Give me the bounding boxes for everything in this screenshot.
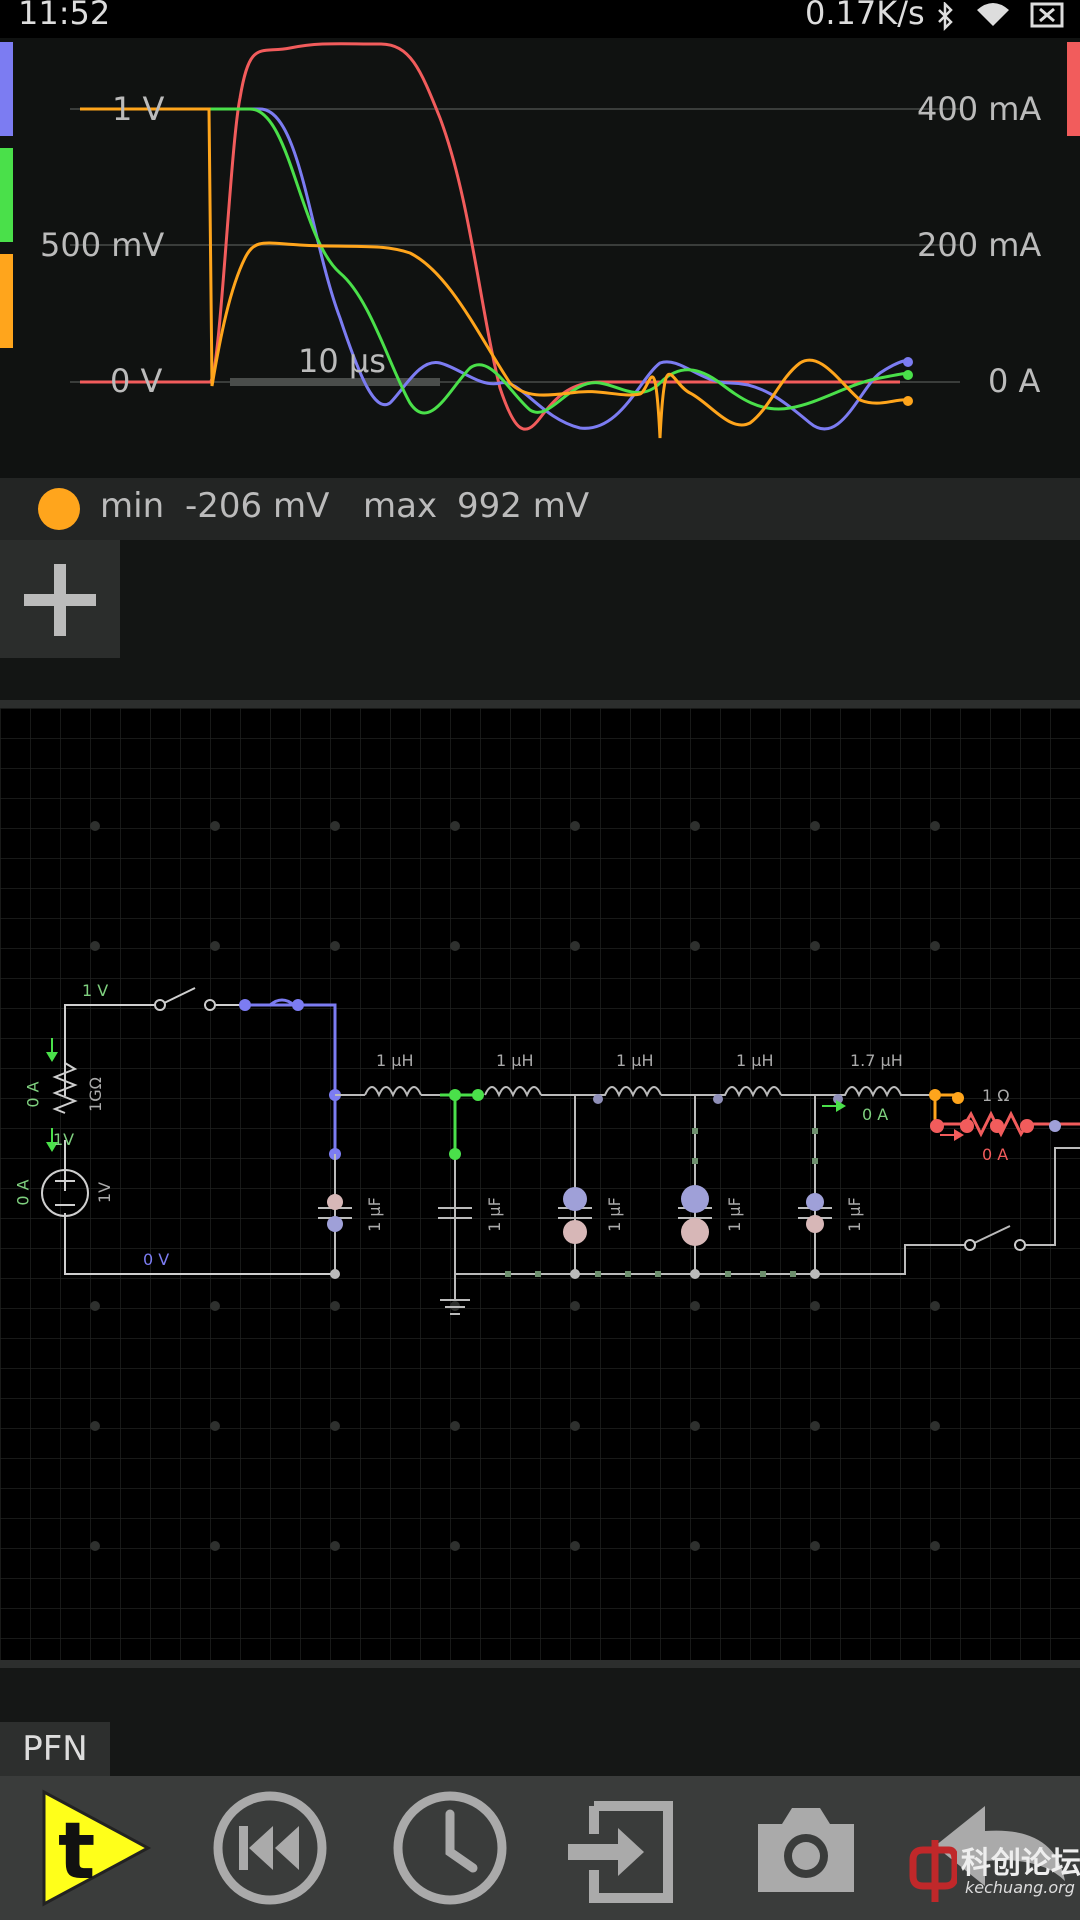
trace-green-end — [903, 370, 913, 380]
watermark-logo: 科创论坛 kechuang.org — [905, 1832, 1080, 1912]
panel-divider-top[interactable] — [0, 700, 1080, 708]
watermark-title: 科创论坛 — [961, 1846, 1080, 1881]
export-button[interactable] — [560, 1786, 690, 1910]
label-resistor-1g: 1GΩ — [85, 1077, 105, 1112]
rewind-icon — [213, 1791, 327, 1905]
label-capacitor-5: 1 µF — [844, 1197, 864, 1232]
status-time: 11:52 — [18, 0, 111, 32]
circuit-tab-pfn[interactable]: PFN — [0, 1722, 110, 1776]
label-inductor-5: 1.7 µH — [850, 1051, 903, 1070]
label-source-voltage: 1 V — [82, 981, 109, 1000]
bluetooth-icon — [938, 2, 953, 32]
y-label-500mv: 500 mV — [40, 226, 165, 264]
min-value: -206 mV — [185, 486, 330, 526]
circuit-canvas[interactable]: 1 V 0 A 1GΩ 1V 0 A 1V 0 V 1 µH 1 µH 1 µH… — [0, 708, 1080, 1660]
screenshot-button[interactable] — [740, 1786, 870, 1910]
trace-orange — [80, 107, 911, 439]
label-inductor-4: 1 µH — [736, 1051, 774, 1070]
trace-red — [80, 42, 900, 431]
svg-text:t: t — [58, 1807, 95, 1897]
label-inductor-1: 1 µH — [376, 1051, 414, 1070]
y-right-label-0a: 0 A — [988, 362, 1041, 400]
trace-orange-end — [903, 396, 913, 406]
label-capacitor-1: 1 µF — [364, 1197, 384, 1232]
label-resistor-voltage: 1V — [53, 1130, 75, 1149]
close-box-icon — [1030, 2, 1064, 28]
y-right-label-200ma: 200 mA — [917, 226, 1042, 264]
clock-icon — [393, 1791, 507, 1905]
label-source-current: 0 A — [23, 1081, 43, 1108]
max-label: max — [363, 486, 438, 526]
label-capacitor-2: 1 µF — [484, 1197, 504, 1232]
forum-logo-icon — [909, 1840, 957, 1902]
time-scale-label: 10 µs — [298, 342, 386, 380]
timing-button[interactable] — [385, 1786, 515, 1910]
max-value: 992 mV — [457, 486, 590, 526]
panel-divider-bottom[interactable] — [0, 1660, 1080, 1668]
trace-color-dot — [38, 488, 80, 530]
scope-list-area — [0, 540, 1080, 700]
y-label-1v: 1 V — [112, 90, 165, 128]
y-label-0v: 0 V — [110, 362, 163, 400]
measurement-readout: min -206 mV max 992 mV — [0, 478, 1080, 540]
label-inductor-2: 1 µH — [496, 1051, 534, 1070]
label-capacitor-3: 1 µF — [604, 1197, 624, 1232]
status-bar: 11:52 0.17K/s — [0, 0, 1080, 38]
label-inductor-5-current: 0 A — [862, 1105, 889, 1124]
trace-blue-end — [903, 357, 913, 367]
label-capacitor-4: 1 µF — [724, 1197, 744, 1232]
play-t-icon: t — [42, 1789, 152, 1907]
label-battery-voltage: 1V — [95, 1181, 115, 1204]
run-button[interactable]: t — [30, 1786, 160, 1910]
label-load-resistor: 1 Ω — [982, 1086, 1010, 1105]
plus-icon — [24, 564, 96, 636]
circuit-schematic — [0, 708, 1080, 1660]
min-label: min — [100, 486, 165, 526]
watermark-url: kechuang.org — [965, 1878, 1075, 1897]
label-load-current: 0 A — [982, 1145, 1009, 1164]
reset-button[interactable] — [205, 1786, 335, 1910]
scope-panel[interactable]: 1 V 500 mV 0 V 400 mA 200 mA 0 A 10 µs — [0, 38, 1080, 478]
export-icon — [568, 1801, 673, 1903]
wifi-icon — [977, 3, 1009, 26]
label-inductor-3: 1 µH — [616, 1051, 654, 1070]
label-battery-current: 0 A — [13, 1179, 33, 1206]
camera-icon — [758, 1808, 854, 1892]
add-scope-button[interactable] — [0, 540, 120, 658]
y-right-label-400ma: 400 mA — [917, 90, 1042, 128]
tab-strip-area — [0, 1668, 1080, 1776]
status-net-speed: 0.17K/s — [805, 0, 925, 32]
label-ground-voltage: 0 V — [143, 1250, 170, 1269]
